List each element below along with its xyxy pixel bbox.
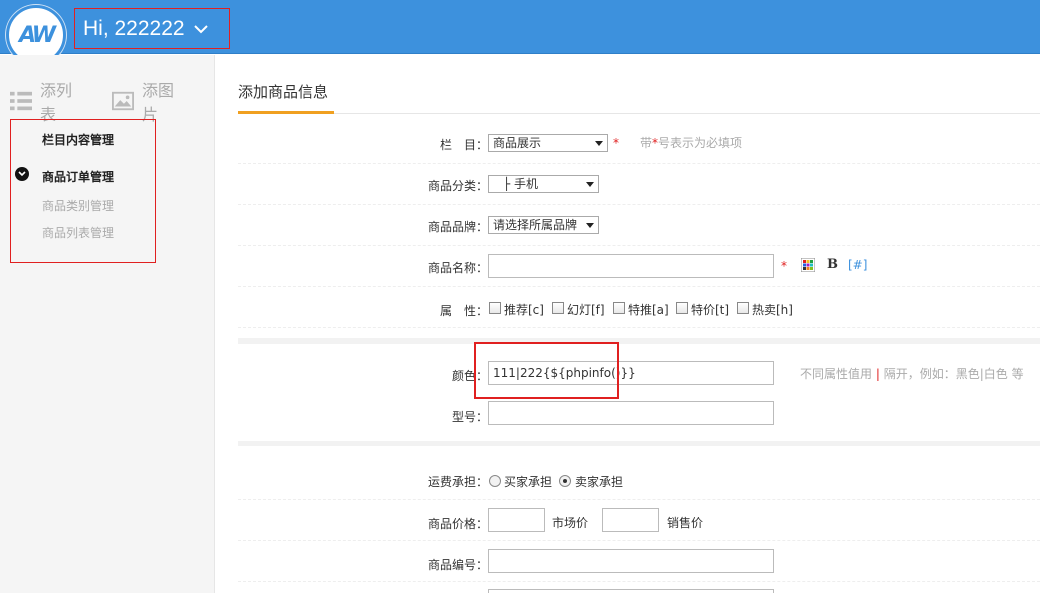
chevron-down-icon <box>193 24 208 33</box>
section-divider <box>238 441 1040 446</box>
required-hint: 带*号表示为必填项 <box>640 134 742 151</box>
section-divider <box>238 338 1040 344</box>
checkbox-label: 特推[a] <box>628 303 669 317</box>
checkbox-label: 热卖[h] <box>752 303 793 317</box>
checkbox-label: 特价[t] <box>691 303 730 317</box>
brand-select[interactable]: 请选择所属品牌 <box>488 216 599 234</box>
row-model: 型号： <box>238 391 1040 441</box>
column-select[interactable]: 商品展示 <box>488 134 608 152</box>
row-shipping: 运费承担： 买家承担 卖家承担 <box>238 459 1040 500</box>
checkbox-label: 推荐[c] <box>504 303 544 317</box>
sidebar: 添列表 添图片 栏目内容管理 商品订单管理 商品类别管理 商品列表管理 <box>0 55 215 593</box>
checkbox-special-price[interactable] <box>676 302 688 314</box>
market-price-input[interactable] <box>488 508 545 532</box>
menu-item-products[interactable]: 商品列表管理 <box>42 224 114 241</box>
color-hint: 不同属性值用 | 隔开，例如：黑色|白色 等 <box>800 365 1024 382</box>
link-button[interactable]: [#] <box>848 258 867 272</box>
required-hint-prefix: 带 <box>640 136 653 150</box>
brand-value: 请选择所属品牌 <box>493 218 578 232</box>
list-icon <box>10 91 32 111</box>
menu-item-orders[interactable]: 商品订单管理 <box>42 168 114 185</box>
label-sku: 商品编号： <box>427 558 488 572</box>
row-brand: 商品品牌： 请选择所属品牌 <box>238 205 1040 246</box>
market-price-label: 市场价 <box>552 516 589 530</box>
label-category: 商品分类： <box>427 179 488 193</box>
row-sku: 商品编号： <box>238 541 1040 582</box>
row-column: 栏 目： 商品展示 * 带*号表示为必填项 <box>238 123 1040 164</box>
menu-item-content[interactable]: 栏目内容管理 <box>42 131 114 148</box>
color-hint-b: 隔开，例如：黑色|白色 等 <box>883 367 1024 381</box>
required-mark: * <box>613 136 619 150</box>
color-hint-a: 不同属性值用 <box>800 367 873 381</box>
tab-image[interactable]: 添图片 <box>112 77 186 125</box>
sku-input[interactable] <box>488 549 774 573</box>
menu-item-categories[interactable]: 商品类别管理 <box>42 197 114 214</box>
tab-list[interactable]: 添列表 <box>10 77 84 125</box>
row-attributes: 属 性： 推荐[c] 幻灯[f] 特推[a] 特价[t] 热卖[h] <box>238 287 1040 328</box>
checkbox-slide[interactable] <box>552 302 564 314</box>
radio-seller-pays[interactable] <box>559 475 571 487</box>
label-brand: 商品品牌： <box>427 220 488 234</box>
checkbox-hot[interactable] <box>737 302 749 314</box>
page-title: 添加商品信息 <box>238 83 329 101</box>
sale-price-label: 销售价 <box>667 516 704 530</box>
label-column: 栏 目： <box>439 138 488 152</box>
image-icon <box>112 91 134 111</box>
title-underline <box>238 111 334 114</box>
color-picker-icon[interactable] <box>801 258 815 272</box>
sidebar-menu: 栏目内容管理 商品订单管理 商品类别管理 商品列表管理 <box>10 119 156 263</box>
title-divider <box>238 113 1040 114</box>
top-header: AW Hi, 222222 <box>0 0 1040 65</box>
user-menu-button[interactable]: Hi, 222222 <box>74 8 230 49</box>
category-select[interactable]: ├ 手机 <box>488 175 599 193</box>
checkbox-recommend[interactable] <box>489 302 501 314</box>
color-hint-separator: | <box>875 367 880 381</box>
next-field-input[interactable] <box>488 589 774 593</box>
label-name: 商品名称： <box>427 261 488 275</box>
required-hint-suffix: 号表示为必填项 <box>658 136 743 150</box>
logo-text: AW <box>18 22 56 48</box>
checkbox-label: 幻灯[f] <box>567 303 605 317</box>
chevron-down-circle-icon[interactable] <box>15 167 29 181</box>
column-value: 商品展示 <box>493 136 542 150</box>
bold-button[interactable]: B <box>827 257 838 272</box>
label-attributes: 属 性： <box>439 304 488 318</box>
row-price: 商品价格： 市场价 销售价 <box>238 500 1040 541</box>
label-price: 商品价格： <box>427 517 488 531</box>
checkbox-special-push[interactable] <box>613 302 625 314</box>
tab-image-label: 添图片 <box>142 81 175 124</box>
radio-label: 卖家承担 <box>575 475 624 489</box>
label-model: 型号： <box>451 410 488 424</box>
row-color: 颜色： 111|222{${phpinfo()}} 不同属性值用 | 隔开，例如… <box>238 350 1040 391</box>
radio-buyer-pays[interactable] <box>489 475 501 487</box>
required-mark: * <box>781 259 787 273</box>
model-input[interactable] <box>488 401 774 425</box>
tab-list-label: 添列表 <box>40 81 73 124</box>
category-value: ├ 手机 <box>503 177 539 191</box>
label-shipping: 运费承担： <box>427 475 488 489</box>
radio-label: 买家承担 <box>504 475 553 489</box>
row-category: 商品分类： ├ 手机 <box>238 164 1040 205</box>
user-greeting: Hi, 222222 <box>83 16 185 40</box>
sale-price-input[interactable] <box>602 508 659 532</box>
name-input[interactable] <box>488 254 774 278</box>
sidebar-tabs: 添列表 添图片 <box>10 77 214 125</box>
row-name: 商品名称： * B [#] <box>238 246 1040 287</box>
